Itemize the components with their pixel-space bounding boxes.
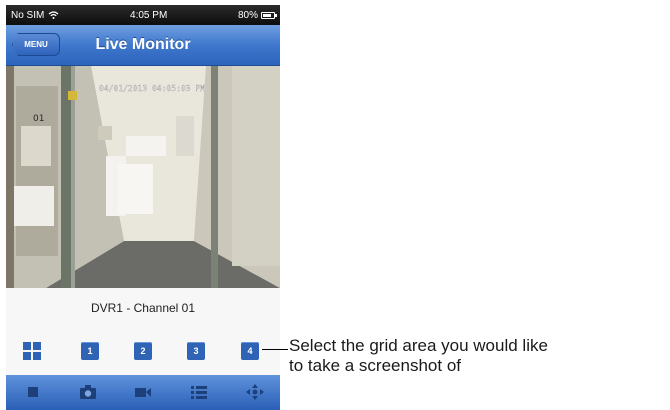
grid-button-3[interactable]: 3 xyxy=(187,342,205,360)
grid-button-2[interactable]: 2 xyxy=(134,342,152,360)
video-record-icon[interactable] xyxy=(134,384,152,400)
status-time: 4:05 PM xyxy=(130,9,168,21)
grid-button-1[interactable]: 1 xyxy=(81,342,99,360)
annotation-pointer xyxy=(262,349,288,350)
carrier-label: No SIM xyxy=(11,9,45,21)
list-icon[interactable] xyxy=(190,384,208,400)
room-sign-text: 01 xyxy=(33,114,44,124)
wifi-icon xyxy=(48,11,59,19)
grid-selector: 1 2 3 4 xyxy=(6,342,280,362)
nav-bar: Live Monitor MENU xyxy=(6,25,280,66)
annotation-callout: Select the grid area you would like to t… xyxy=(289,336,669,376)
annotation-line-1: Select the grid area you would like xyxy=(289,336,548,355)
phone-screen: No SIM 4:05 PM 80% Live Monitor MENU 01 … xyxy=(6,5,280,410)
grid-button-4[interactable]: 4 xyxy=(241,342,259,360)
video-timestamp: 04/01/2013 04:05:03 PM xyxy=(99,84,205,93)
status-bar: No SIM 4:05 PM 80% xyxy=(6,5,280,25)
battery-icon xyxy=(260,11,277,19)
camera-snapshot-icon[interactable] xyxy=(79,384,97,400)
annotation-line-2: to take a screenshot of xyxy=(289,356,461,375)
live-video-feed[interactable]: 01 04/01/2013 04:05:03 PM xyxy=(6,66,280,288)
bottom-toolbar xyxy=(6,375,280,410)
stop-icon[interactable] xyxy=(24,384,42,400)
battery-percent: 80% xyxy=(237,9,258,21)
menu-button[interactable]: MENU xyxy=(12,33,60,56)
ptz-control-icon[interactable] xyxy=(246,384,264,400)
camera-scene: 01 04/01/2013 04:05:03 PM xyxy=(6,66,280,288)
quad-view-icon[interactable] xyxy=(23,342,41,360)
channel-label: DVR1 - Channel 01 xyxy=(90,301,196,315)
